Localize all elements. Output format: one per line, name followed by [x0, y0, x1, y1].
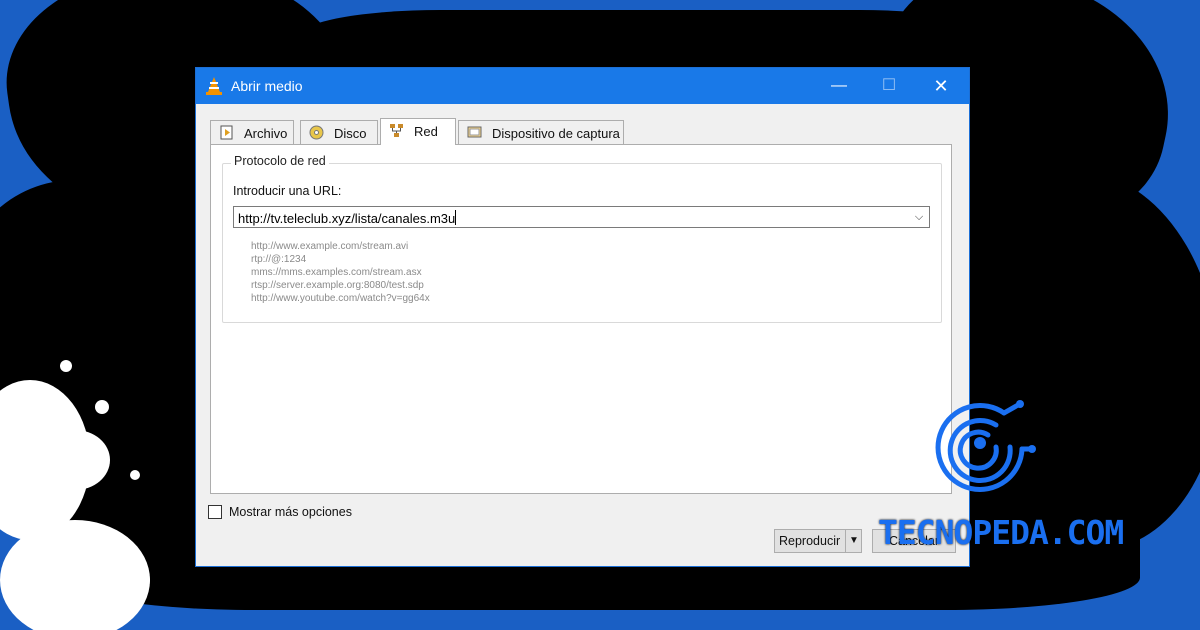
- minimize-button[interactable]: —: [816, 68, 862, 104]
- url-label: Introducir una URL:: [233, 184, 342, 198]
- tab-red[interactable]: Red: [380, 118, 456, 145]
- close-button[interactable]: ✕: [918, 68, 964, 104]
- example-line: rtp://@:1234: [251, 254, 307, 265]
- network-protocol-group: Protocolo de red Introducir una URL: htt…: [222, 154, 942, 323]
- example-line: http://www.example.com/stream.avi: [251, 241, 409, 252]
- brand-watermark: TECNOPEDA.COM: [878, 385, 1124, 565]
- brand-logo-icon: [935, 400, 1036, 492]
- open-media-dialog: Abrir medio — ☐ ✕ Archivo Disco Red Disp…: [195, 67, 970, 567]
- example-line: mms://mms.examples.com/stream.asx: [251, 267, 422, 278]
- tab-red-label: Red: [414, 124, 438, 139]
- tab-archivo[interactable]: Archivo: [210, 120, 294, 144]
- network-tab-panel: Protocolo de red Introducir una URL: htt…: [210, 144, 952, 494]
- show-more-label: Mostrar más opciones: [229, 505, 352, 519]
- group-title: Protocolo de red: [231, 154, 329, 168]
- url-combobox[interactable]: http://tv.teleclub.xyz/lista/canales.m3u…: [233, 206, 930, 228]
- play-dropdown-icon[interactable]: ▼: [845, 530, 862, 552]
- capture-device-icon: [467, 126, 482, 138]
- tab-archivo-label: Archivo: [244, 126, 288, 141]
- file-play-icon: [220, 125, 233, 140]
- url-input[interactable]: http://tv.teleclub.xyz/lista/canales.m3u: [238, 210, 457, 226]
- title-bar: Abrir medio — ☐ ✕: [196, 68, 969, 104]
- example-line: http://www.youtube.com/watch?v=gg64x: [251, 293, 430, 304]
- tab-disco-label: Disco: [334, 126, 367, 141]
- show-more-checkbox[interactable]: [208, 505, 222, 519]
- disc-icon: [309, 125, 324, 140]
- maximize-button[interactable]: ☐: [866, 68, 912, 104]
- tab-dispositivo-label: Dispositivo de captura: [492, 126, 620, 141]
- play-button[interactable]: Reproducir ▼: [774, 529, 862, 553]
- window-title: Abrir medio: [231, 78, 303, 94]
- url-examples: http://www.example.com/stream.avi rtp://…: [251, 240, 430, 305]
- text-caret: [455, 210, 457, 225]
- network-icon: [390, 124, 403, 137]
- tab-dispositivo-de-captura[interactable]: Dispositivo de captura: [458, 120, 624, 144]
- play-button-label: Reproducir: [779, 534, 841, 548]
- tab-disco[interactable]: Disco: [300, 120, 378, 144]
- vlc-cone-icon: [206, 77, 222, 95]
- example-line: rtsp://server.example.org:8080/test.sdp: [251, 280, 424, 291]
- url-value: http://tv.teleclub.xyz/lista/canales.m3u: [238, 211, 456, 226]
- chevron-down-icon[interactable]: ⌵: [911, 207, 927, 227]
- brand-text: TECNOPEDA.COM: [878, 513, 1124, 552]
